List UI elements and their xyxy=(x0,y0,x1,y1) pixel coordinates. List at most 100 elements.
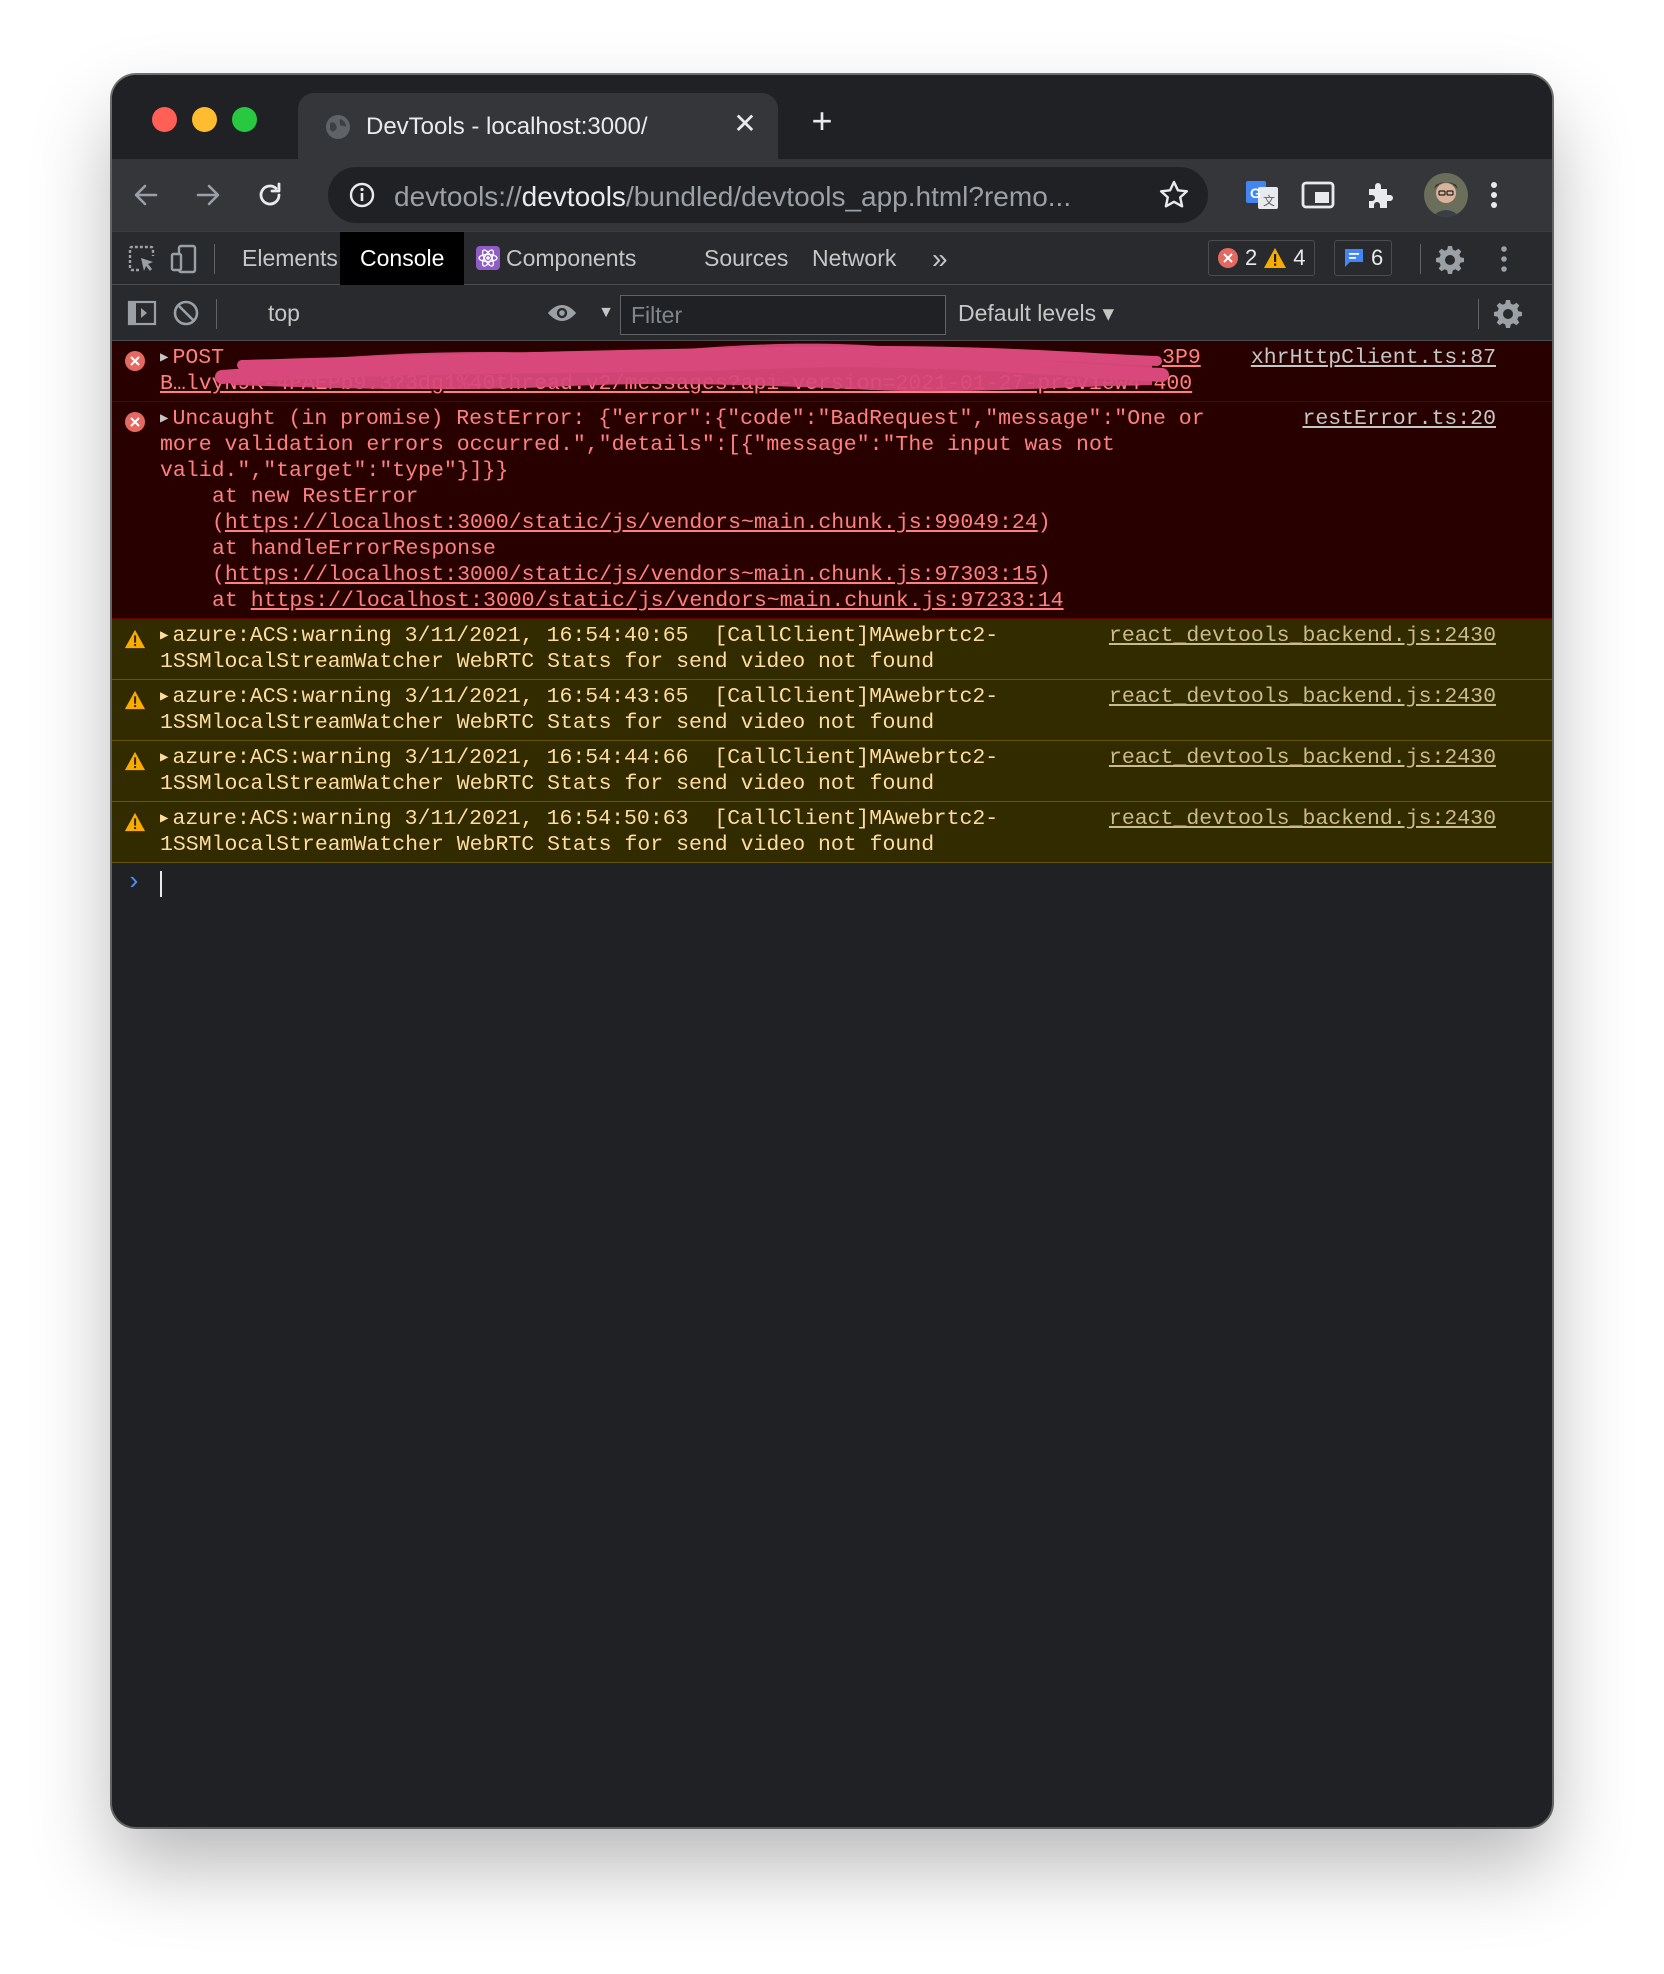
console-warning-message[interactable]: ▶ azure:ACS:warning 3/11/2021, 16:54:43:6… xyxy=(112,680,1552,741)
source-link[interactable]: react_devtools_backend.js:2430 xyxy=(1109,806,1496,832)
url-path: /bundled/devtools_app.html?remo... xyxy=(625,181,1072,212)
new-tab-button[interactable]: + xyxy=(802,101,842,141)
address-bar[interactable]: devtools://devtools/bundled/devtools_app… xyxy=(328,167,1208,223)
warning-text: azure:ACS:warning 3/11/2021, 16:54:50:63… xyxy=(160,807,999,857)
bookmark-star-icon[interactable] xyxy=(1158,179,1190,211)
source-link[interactable]: react_devtools_backend.js:2430 xyxy=(1109,745,1496,771)
tab-console[interactable]: Console xyxy=(340,232,465,285)
stack-frame-suffix: ) xyxy=(1037,511,1051,535)
stack-frame: at new RestError (https://localhost:3000… xyxy=(160,484,1260,536)
source-link[interactable]: xhrHttpClient.ts:87 xyxy=(1251,345,1496,371)
stack-frame-suffix: ) xyxy=(1037,563,1051,587)
toolbar-divider xyxy=(216,299,217,329)
expand-caret-icon[interactable]: ▶ xyxy=(160,745,168,771)
sidebar-toggle-icon[interactable] xyxy=(126,297,158,329)
warning-count: 4 xyxy=(1293,245,1306,270)
reload-button[interactable] xyxy=(248,173,292,217)
filter-input[interactable] xyxy=(620,295,946,335)
picture-in-picture-icon[interactable] xyxy=(1298,175,1338,215)
message-icon xyxy=(1345,249,1363,267)
message-text: ▶ azure:ACS:warning 3/11/2021, 16:54:43:6… xyxy=(160,684,1060,736)
expand-caret-icon[interactable]: ▶ xyxy=(160,806,168,832)
devtools-menu-icon[interactable] xyxy=(1488,243,1520,275)
info-icon[interactable] xyxy=(348,181,376,209)
forward-button[interactable] xyxy=(186,173,230,217)
warning-icon xyxy=(124,751,146,771)
browser-window: DevTools - localhost:3000/ ✕ + devtools:… xyxy=(112,75,1552,1827)
toolbar-divider xyxy=(1478,299,1479,329)
tab-components[interactable]: Components xyxy=(462,232,656,285)
warning-icon xyxy=(124,629,146,649)
warning-text: azure:ACS:warning 3/11/2021, 16:54:43:65… xyxy=(160,685,999,735)
toolbar-divider xyxy=(1420,244,1421,274)
arrow-right-icon xyxy=(196,184,220,206)
extensions-puzzle-icon[interactable] xyxy=(1360,175,1400,215)
expand-caret-icon[interactable]: ▶ xyxy=(160,684,168,710)
console-messages: ▶ POST 3P9 B…lvyN9K-4PAEPb9.3?3dg1%40threa… xyxy=(112,341,1552,903)
log-levels-dropdown[interactable]: Default levels ▾ xyxy=(958,293,1114,333)
toolbar-divider xyxy=(214,244,215,274)
zoom-window-button[interactable] xyxy=(232,107,257,132)
message-text: ▶ azure:ACS:warning 3/11/2021, 16:54:44:6… xyxy=(160,745,1060,797)
url-host: devtools xyxy=(521,181,626,212)
tab-network[interactable]: Network xyxy=(792,232,916,285)
minimize-window-button[interactable] xyxy=(192,107,217,132)
device-toolbar-icon[interactable] xyxy=(168,243,200,275)
message-text: ▶ azure:ACS:warning 3/11/2021, 16:54:50:6… xyxy=(160,806,1060,858)
error-icon xyxy=(125,351,145,371)
inspect-element-icon[interactable] xyxy=(126,243,158,275)
expand-caret-icon[interactable]: ▶ xyxy=(160,406,168,432)
error-icon xyxy=(125,412,145,432)
expand-caret-icon[interactable]: ▶ xyxy=(160,623,168,649)
text-cursor xyxy=(160,871,162,897)
close-window-button[interactable] xyxy=(152,107,177,132)
message-text: ▶ POST 3P9 B…lvyN9K-4PAEPb9.3?3dg1%40threa… xyxy=(160,345,1224,397)
request-method: POST xyxy=(172,346,225,370)
back-button[interactable] xyxy=(124,173,168,217)
error-text: Uncaught (in promise) RestError: {"error… xyxy=(160,407,1218,483)
browser-tab[interactable]: DevTools - localhost:3000/ ✕ xyxy=(298,93,778,159)
url-scheme: devtools:// xyxy=(394,181,522,212)
console-warning-message[interactable]: ▶ azure:ACS:warning 3/11/2021, 16:54:50:6… xyxy=(112,802,1552,863)
stack-frame-link[interactable]: https://localhost:3000/static/js/vendors… xyxy=(225,511,1038,535)
stack-frame-link[interactable]: https://localhost:3000/static/js/vendors… xyxy=(225,563,1038,587)
chrome-menu-icon[interactable] xyxy=(1474,175,1514,215)
console-error-message[interactable]: ▶ Uncaught (in promise) RestError: {"erro… xyxy=(112,402,1552,619)
tab-strip: DevTools - localhost:3000/ ✕ + xyxy=(112,75,1552,159)
source-link[interactable]: restError.ts:20 xyxy=(1302,406,1496,432)
settings-gear-icon[interactable] xyxy=(1434,243,1466,275)
stack-frame-link[interactable]: https://localhost:3000/static/js/vendors… xyxy=(251,589,1064,613)
expand-caret-icon[interactable]: ▶ xyxy=(160,345,168,371)
warning-icon xyxy=(124,690,146,710)
console-prompt[interactable]: › xyxy=(112,863,1552,903)
request-url[interactable]: B…lvyN9K-4PAEPb9.3?3dg1%40thread.v2/mess… xyxy=(160,372,1192,396)
profile-avatar[interactable] xyxy=(1424,173,1468,217)
warning-icon xyxy=(1264,248,1287,268)
message-counter[interactable]: 6 xyxy=(1334,240,1393,276)
tab-sources[interactable]: Sources xyxy=(684,232,808,285)
stack-frame-label: at xyxy=(212,589,251,613)
source-link[interactable]: react_devtools_backend.js:2430 xyxy=(1109,684,1496,710)
console-error-message[interactable]: ▶ POST 3P9 B…lvyN9K-4PAEPb9.3?3dg1%40threa… xyxy=(112,341,1552,402)
clear-console-icon[interactable] xyxy=(170,297,202,329)
console-settings-gear-icon[interactable] xyxy=(1492,297,1524,329)
console-toolbar: top ▼ Default levels ▾ xyxy=(112,285,1552,341)
request-url-tail[interactable]: 3P9 xyxy=(1162,346,1201,370)
tab-title: DevTools - localhost:3000/ xyxy=(366,113,648,140)
prompt-chevron-icon: › xyxy=(126,867,142,897)
console-warning-message[interactable]: ▶ azure:ACS:warning 3/11/2021, 16:54:40:6… xyxy=(112,619,1552,680)
tab-elements[interactable]: Elements xyxy=(222,232,358,285)
react-icon xyxy=(476,246,500,270)
devtools-tab-bar: Elements Console Components Sources Netw… xyxy=(112,231,1552,285)
browser-toolbar: devtools://devtools/bundled/devtools_app… xyxy=(112,159,1552,231)
console-warning-message[interactable]: ▶ azure:ACS:warning 3/11/2021, 16:54:44:6… xyxy=(112,741,1552,802)
issue-counter[interactable]: 2 4 xyxy=(1208,240,1315,276)
more-tabs-button[interactable]: » xyxy=(912,232,968,285)
live-expression-eye-icon[interactable] xyxy=(546,297,578,329)
arrow-left-icon xyxy=(134,184,158,206)
translate-extension-icon[interactable]: G文 xyxy=(1242,175,1282,215)
tab-close-icon[interactable]: ✕ xyxy=(728,107,762,141)
warning-icon xyxy=(124,812,146,832)
source-link[interactable]: react_devtools_backend.js:2430 xyxy=(1109,623,1496,649)
message-text: ▶ Uncaught (in promise) RestError: {"erro… xyxy=(160,406,1260,614)
